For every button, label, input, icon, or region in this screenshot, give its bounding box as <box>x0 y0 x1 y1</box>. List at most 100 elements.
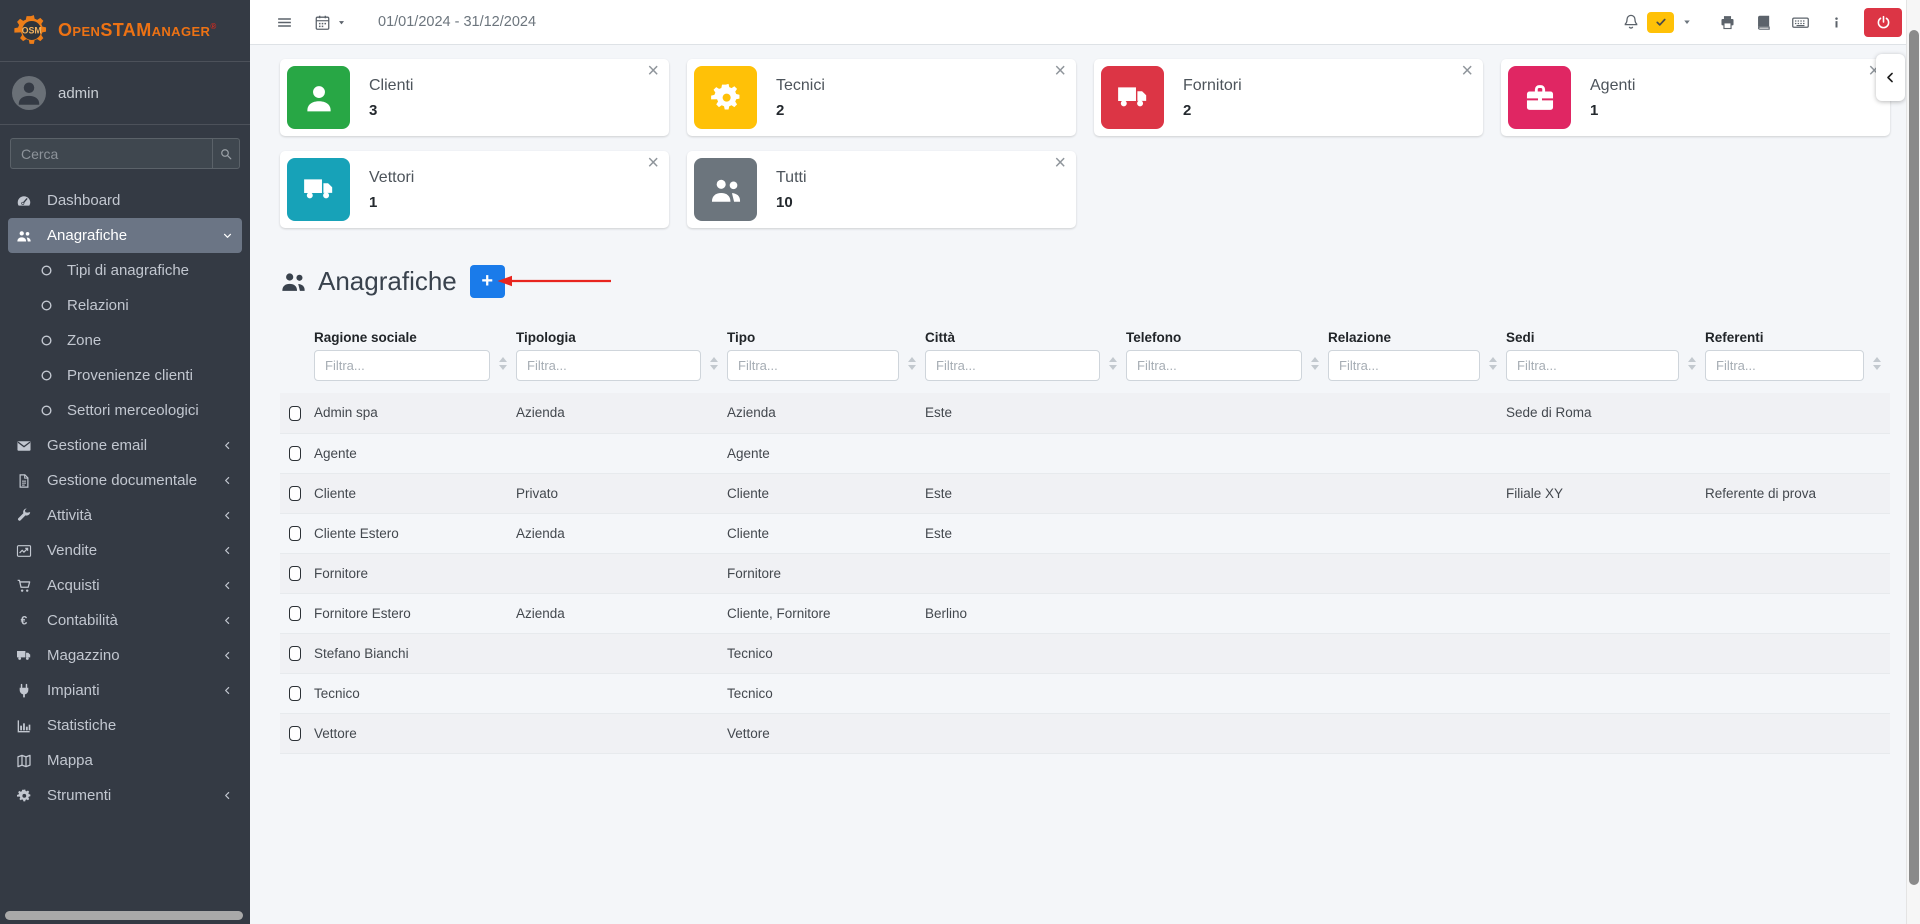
sidebar-subitem-relazioni[interactable]: Relazioni <box>0 288 250 323</box>
truck-icon <box>302 173 336 207</box>
sidebar-item-magazzino[interactable]: Magazzino <box>8 638 242 673</box>
row-checkbox[interactable] <box>289 566 301 581</box>
row-checkbox[interactable] <box>289 486 301 501</box>
table-row-stefano-bianchi[interactable]: Stefano BianchiTecnico <box>280 633 1890 673</box>
column-header-tipo[interactable]: Tipo <box>727 327 925 393</box>
sidebar-horizontal-scrollbar[interactable] <box>5 911 243 920</box>
sidebar-item-strumenti[interactable]: Strumenti <box>8 778 242 813</box>
scrollbar-thumb[interactable] <box>1909 30 1919 885</box>
column-header-ragione-sociale[interactable]: Ragione sociale <box>314 327 516 393</box>
sidebar-subitem-zone[interactable]: Zone <box>0 323 250 358</box>
row-checkbox[interactable] <box>289 446 301 461</box>
table-row-agente[interactable]: AgenteAgente <box>280 433 1890 473</box>
row-checkbox-cell <box>280 513 314 553</box>
filter-tipologia-input[interactable] <box>516 350 701 381</box>
filter-citta-input[interactable] <box>925 350 1100 381</box>
table-row-vettore[interactable]: VettoreVettore <box>280 713 1890 753</box>
gear-icon <box>694 66 757 129</box>
sort-icon[interactable] <box>1489 357 1497 370</box>
filter-telefono-input[interactable] <box>1126 350 1302 381</box>
widget-label: Tutti <box>776 169 807 187</box>
sidebar-subitem-settori-merceologici[interactable]: Settori merceologici <box>0 393 250 428</box>
sort-icon[interactable] <box>1873 357 1881 370</box>
user-name[interactable]: admin <box>58 85 99 102</box>
row-checkbox[interactable] <box>289 606 301 621</box>
sidebar-item-statistiche[interactable]: Statistiche <box>8 708 242 743</box>
sidebar-item-anagrafiche[interactable]: Anagrafiche <box>8 218 242 253</box>
close-icon[interactable]: × <box>1054 153 1066 173</box>
caret-down-icon[interactable] <box>1681 16 1693 28</box>
widget-tutti[interactable]: Tutti10× <box>687 151 1076 228</box>
sidebar-subitem-provenienze-clienti[interactable]: Provenienze clienti <box>0 358 250 393</box>
widget-fornitori[interactable]: Fornitori2× <box>1094 59 1483 136</box>
brand[interactable]: OSM OpenSTAManager® <box>0 0 250 62</box>
filter-sedi-input[interactable] <box>1506 350 1679 381</box>
caret-down-icon <box>336 17 347 28</box>
table-row-cliente[interactable]: ClientePrivatoClienteEsteFiliale XYRefer… <box>280 473 1890 513</box>
search-button[interactable] <box>212 138 240 169</box>
keyboard-icon[interactable] <box>1791 13 1810 32</box>
column-header-telefono[interactable]: Telefono <box>1126 327 1328 393</box>
column-header-tipologia[interactable]: Tipologia <box>516 327 727 393</box>
table-row-admin-spa[interactable]: Admin spaAziendaAziendaEsteSede di Roma <box>280 393 1890 433</box>
row-checkbox[interactable] <box>289 526 301 541</box>
filter-relazione-input[interactable] <box>1328 350 1480 381</box>
sort-icon[interactable] <box>908 357 916 370</box>
filter-tipo-input[interactable] <box>727 350 899 381</box>
table-row-tecnico[interactable]: TecnicoTecnico <box>280 673 1890 713</box>
sidebar-item-mappa[interactable]: Mappa <box>8 743 242 778</box>
bell-icon[interactable] <box>1622 13 1640 31</box>
chevron-left-icon <box>222 510 233 521</box>
status-check-badge[interactable] <box>1647 12 1674 33</box>
sort-icon[interactable] <box>1311 357 1319 370</box>
widgets-collapse-toggle[interactable] <box>1876 54 1905 101</box>
sidebar-item-contabilita[interactable]: €Contabilità <box>8 603 242 638</box>
close-icon[interactable]: × <box>647 61 659 81</box>
table-row-fornitore[interactable]: FornitoreFornitore <box>280 553 1890 593</box>
filter-ragione-sociale-input[interactable] <box>314 350 490 381</box>
sidebar-item-acquisti[interactable]: Acquisti <box>8 568 242 603</box>
logout-power-button[interactable] <box>1864 8 1902 37</box>
close-icon[interactable]: × <box>1461 61 1473 81</box>
row-checkbox[interactable] <box>289 686 301 701</box>
book-icon[interactable] <box>1755 14 1772 31</box>
column-header-sedi[interactable]: Sedi <box>1506 327 1705 393</box>
close-icon[interactable]: × <box>647 153 659 173</box>
widget-tecnici[interactable]: Tecnici2× <box>687 59 1076 136</box>
date-range-picker[interactable] <box>314 14 347 31</box>
column-header-referenti[interactable]: Referenti <box>1705 327 1890 393</box>
filter-referenti-input[interactable] <box>1705 350 1864 381</box>
sidebar-item-vendite[interactable]: Vendite <box>8 533 242 568</box>
info-icon[interactable] <box>1829 15 1844 30</box>
row-checkbox[interactable] <box>289 406 301 421</box>
widget-clienti[interactable]: Clienti3× <box>280 59 669 136</box>
column-header-citta[interactable]: Città <box>925 327 1126 393</box>
search-input[interactable] <box>10 138 212 169</box>
table-row-cliente-estero[interactable]: Cliente EsteroAziendaClienteEste <box>280 513 1890 553</box>
row-checkbox[interactable] <box>289 726 301 741</box>
table-cell <box>1705 633 1890 673</box>
table-cell <box>1506 673 1705 713</box>
table-row-fornitore-estero[interactable]: Fornitore EsteroAziendaCliente, Fornitor… <box>280 593 1890 633</box>
sort-icon[interactable] <box>1109 357 1117 370</box>
sort-icon[interactable] <box>499 357 507 370</box>
sidebar-item-gestione-documentale[interactable]: Gestione documentale <box>8 463 242 498</box>
print-icon[interactable] <box>1719 14 1736 31</box>
sidebar-item-dashboard[interactable]: Dashboard <box>8 183 242 218</box>
sidebar-item-attivita[interactable]: Attività <box>8 498 242 533</box>
sort-icon[interactable] <box>710 357 718 370</box>
widget-agenti[interactable]: Agenti1× <box>1501 59 1890 136</box>
sort-icon[interactable] <box>1688 357 1696 370</box>
widget-vettori[interactable]: Vettori1 × <box>280 151 669 228</box>
column-label: Sedi <box>1506 327 1679 350</box>
hamburger-menu-button[interactable] <box>276 14 293 31</box>
close-icon[interactable]: × <box>1054 61 1066 81</box>
widget-value: 1 <box>369 194 414 211</box>
sidebar-item-impianti[interactable]: Impianti <box>8 673 242 708</box>
row-checkbox[interactable] <box>289 646 301 661</box>
column-header-relazione[interactable]: Relazione <box>1328 327 1506 393</box>
sidebar-item-gestione-email[interactable]: Gestione email <box>8 428 242 463</box>
sidebar-subitem-tipi-di-anagrafiche[interactable]: Tipi di anagrafiche <box>0 253 250 288</box>
widget-body: Vettori1 <box>369 169 414 211</box>
circle-icon <box>40 334 53 347</box>
